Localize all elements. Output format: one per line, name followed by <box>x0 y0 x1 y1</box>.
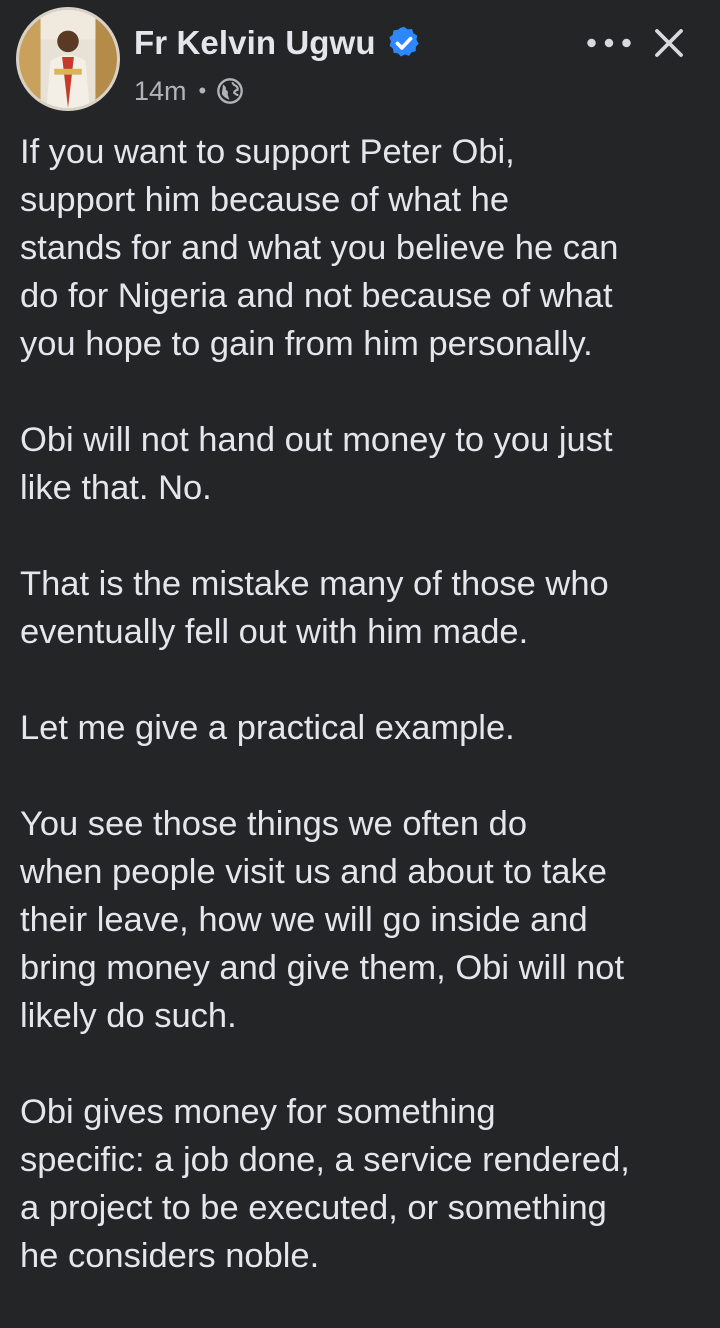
more-options-button[interactable] <box>584 26 634 60</box>
post-header: Fr Kelvin Ugwu 14m • <box>0 0 720 120</box>
post-paragraph: If you want to support Peter Obi, suppor… <box>20 133 619 363</box>
more-horizontal-icon <box>587 38 631 48</box>
close-post-button[interactable] <box>646 20 692 66</box>
post-paragraph: Let me give a practical example. <box>20 709 515 747</box>
post-text: If you want to support Peter Obi, suppor… <box>20 128 708 1328</box>
author-line: Fr Kelvin Ugwu <box>134 20 422 66</box>
post-meta: 14m • <box>134 72 244 110</box>
avatar-photo <box>19 10 117 108</box>
verified-badge-icon <box>386 25 422 61</box>
author-avatar[interactable] <box>16 7 120 111</box>
post-paragraph: Obi gives money for something specific: … <box>20 1093 630 1275</box>
post-paragraph: That is the mistake many of those who ev… <box>20 565 609 651</box>
post-paragraph: Obi will not hand out money to you just … <box>20 421 613 507</box>
globe-icon[interactable] <box>216 77 244 105</box>
post-timestamp[interactable]: 14m <box>134 76 187 107</box>
author-name[interactable]: Fr Kelvin Ugwu <box>134 24 376 62</box>
meta-separator: • <box>198 78 207 103</box>
post-paragraph: You see those things we often do when pe… <box>20 805 625 1035</box>
close-icon <box>655 29 683 57</box>
